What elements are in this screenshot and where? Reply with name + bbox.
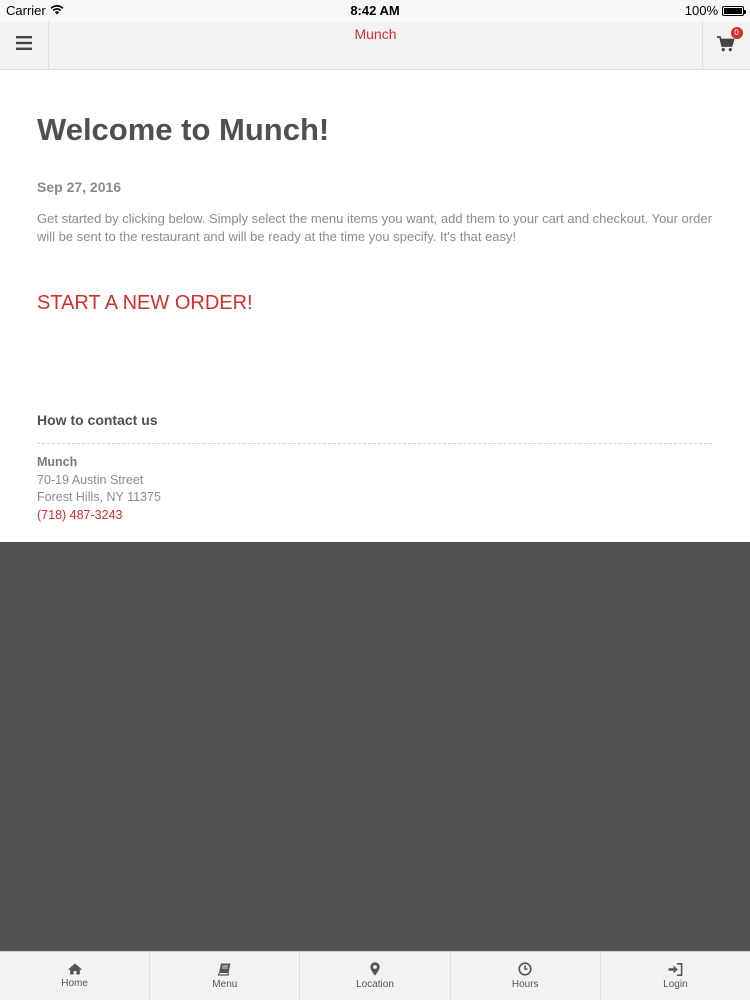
cart-count-badge: 0 [730,26,743,39]
date-label: Sep 27, 2016 [37,179,122,195]
login-icon [668,962,683,976]
contact-details: Munch 70-19 Austin Street Forest Hills, … [37,454,161,524]
cart-button[interactable]: 0 [702,22,750,69]
status-time: 8:42 AM [350,3,400,18]
main-content: Welcome to Munch! Sep 27, 2016 Get start… [0,70,750,542]
contact-heading: How to contact us [37,412,158,428]
intro-paragraph: Get started by clicking below. Simply se… [37,211,712,244]
home-icon [67,963,82,975]
tab-menu-label: Menu [212,978,238,990]
hamburger-menu-icon [16,36,32,55]
battery-percentage: 100% [684,3,718,18]
app-title: Munch [354,26,397,42]
tab-hours-label: Hours [511,979,539,990]
empty-background-area [0,542,750,951]
address-line-1: 70-19 Austin Street [37,472,144,487]
status-bar: Carrier 8:42 AM 100% [0,0,750,22]
map-pin-icon [370,962,380,976]
cart-icon [716,35,735,56]
tab-login[interactable]: Login [601,952,750,1000]
battery-icon [722,5,746,16]
contact-divider [37,443,712,444]
bottom-tab-bar: Home Menu Location Hours Login [0,951,750,1000]
phone-link[interactable]: (718) 487-3243 [37,507,161,525]
menu-button[interactable] [0,22,49,69]
tab-hours[interactable]: Hours [451,952,601,1000]
tab-location-label: Location [356,979,394,990]
start-new-order-link[interactable]: START A NEW ORDER! [37,292,253,315]
book-icon [218,963,231,976]
address-line-2: Forest Hills, NY 11375 [37,490,161,504]
tab-login-label: Login [663,978,688,990]
tab-location[interactable]: Location [300,952,451,1000]
tab-menu[interactable]: Menu [150,952,301,1000]
page-title: Welcome to Munch! [37,112,330,147]
tab-home-label: Home [61,978,88,989]
tab-home[interactable]: Home [0,952,151,1000]
battery-info: 100% [684,3,746,18]
top-navbar: Munch 0 [0,22,750,70]
clock-icon [518,962,532,976]
restaurant-name: Munch [37,455,78,469]
